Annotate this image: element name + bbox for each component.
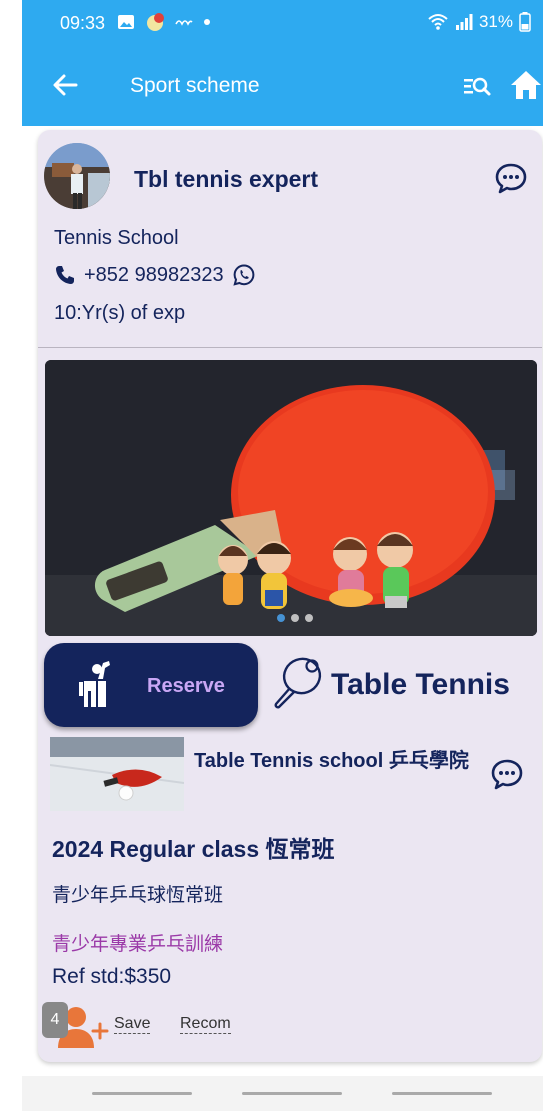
ref-price: Ref std:$350: [52, 965, 172, 988]
nav-handle[interactable]: [392, 1092, 492, 1095]
coach-experience: 10:Yr(s) of exp: [54, 302, 186, 324]
coach-name: Tbl tennis expert: [134, 166, 319, 192]
nav-handle[interactable]: [242, 1092, 342, 1095]
dot-icon: [204, 19, 210, 25]
status-notification-icons: [117, 12, 211, 32]
system-nav-bar: [22, 1076, 543, 1111]
ping-pong-paddle-icon: [274, 657, 322, 709]
battery-icon: [519, 12, 531, 32]
sport-name: Table Tennis: [331, 668, 510, 701]
school-thumbnail[interactable]: [50, 737, 184, 811]
sport-photo-carousel[interactable]: [45, 360, 537, 636]
home-icon[interactable]: [509, 68, 543, 102]
class-title: 2024 Regular class 恆常班: [52, 836, 335, 862]
coach-school: Tennis School: [54, 227, 179, 249]
signal-icon: [455, 14, 473, 30]
avatar-photo: [44, 143, 110, 209]
wifi-icon: [428, 14, 448, 30]
phone-icon[interactable]: [54, 264, 76, 286]
reserve-label: Reserve: [147, 675, 225, 697]
carousel-dot[interactable]: [277, 614, 285, 622]
school-name[interactable]: Table Tennis school 乒乓學院: [194, 745, 484, 778]
carousel-dot[interactable]: [305, 614, 313, 622]
carousel-dots: [277, 614, 313, 622]
table-tennis-photo: [45, 360, 537, 636]
sport-scheme-card: Tbl tennis expert Tennis School +852 989…: [38, 130, 542, 1062]
class-subtitle: 青少年乒乓球恆常班: [52, 885, 224, 906]
count-badge: 4: [42, 1002, 68, 1038]
status-bar: 09:33 31%: [22, 0, 543, 44]
app-bar: Sport scheme: [22, 44, 543, 126]
list-search-icon[interactable]: [462, 72, 492, 100]
reserve-button[interactable]: Reserve: [44, 643, 258, 727]
class-description: 青少年專業乒乓訓練: [52, 934, 224, 955]
save-link[interactable]: Save: [114, 1015, 151, 1034]
status-time: 09:33: [60, 13, 106, 33]
person-raising-hand-icon: [79, 661, 110, 707]
school-photo: [50, 737, 184, 811]
battery-percent: 31%: [478, 12, 513, 31]
phone-row: +852 98982323: [54, 263, 256, 287]
voicemail-icon: [175, 20, 193, 26]
nav-handle[interactable]: [92, 1092, 192, 1095]
page-title: Sport scheme: [130, 74, 260, 97]
arrow-left-icon[interactable]: [50, 70, 80, 100]
recommend-link[interactable]: Recom: [180, 1015, 231, 1034]
carousel-dot[interactable]: [291, 614, 299, 622]
status-right: 31%: [427, 12, 531, 32]
image-icon: [118, 15, 134, 29]
phone-number[interactable]: +852 98982323: [84, 264, 224, 287]
avatar[interactable]: [44, 143, 110, 209]
divider: [38, 347, 542, 348]
app-notification-icon: [147, 13, 164, 31]
chat-bubble-icon[interactable]: [494, 162, 528, 194]
whatsapp-icon[interactable]: [232, 263, 256, 287]
chat-bubble-icon[interactable]: [490, 758, 524, 790]
